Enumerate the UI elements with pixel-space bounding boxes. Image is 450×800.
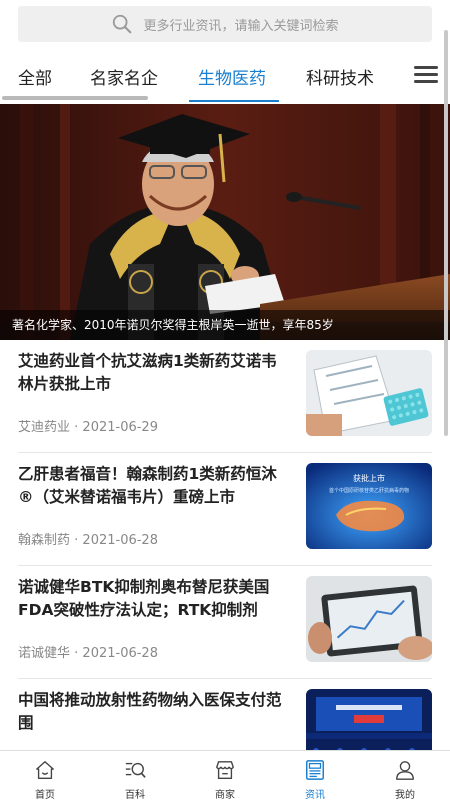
tab-famous-companies[interactable]: 名家名企 bbox=[90, 64, 158, 89]
active-tab-indicator bbox=[189, 100, 279, 102]
nav-store[interactable]: 商家 bbox=[180, 751, 270, 800]
news-date: 2021-06-29 bbox=[82, 420, 158, 435]
news-date: 2021-06-28 bbox=[82, 646, 158, 661]
lab-tablet-image bbox=[306, 350, 432, 436]
nav-news-label: 资讯 bbox=[305, 790, 325, 800]
nav-profile-label: 我的 bbox=[395, 790, 415, 800]
news-title: 艾迪药业首个抗艾滋病1类新药艾诺韦林片获批上市 bbox=[18, 352, 277, 393]
tab-all[interactable]: 全部 bbox=[18, 64, 52, 89]
news-title: 乙肝患者福音！翰森制药1类新药恒沐®（艾米替诺福韦片）重磅上市 bbox=[18, 465, 277, 506]
search-bar-container: 更多行业资讯，请输入关键词检索 bbox=[0, 0, 450, 48]
search-placeholder: 更多行业资讯，请输入关键词检索 bbox=[143, 18, 339, 34]
tab-research-tech[interactable]: 科研技术 bbox=[306, 64, 374, 89]
store-icon bbox=[216, 761, 234, 779]
category-tabs: 全部 名家名企 生物医药 科研技术 bbox=[0, 52, 450, 102]
nav-store-label: 商家 bbox=[215, 790, 235, 800]
page-scrollbar[interactable] bbox=[444, 30, 448, 436]
user-icon bbox=[396, 761, 414, 780]
nav-home[interactable]: 首页 bbox=[0, 751, 90, 800]
news-item[interactable]: 乙肝患者福音！翰森制药1类新药恒沐®（艾米替诺福韦片）重磅上市 翰森制药 · 2… bbox=[0, 453, 450, 566]
news-source: 艾迪药业 bbox=[18, 420, 71, 435]
nav-profile[interactable]: 我的 bbox=[360, 751, 450, 800]
nav-home-label: 首页 bbox=[35, 790, 55, 800]
news-thumbnail bbox=[306, 350, 432, 436]
news-date: 2021-06-28 bbox=[82, 533, 158, 548]
news-source: 翰森制药 bbox=[18, 533, 71, 548]
tab-biomedicine[interactable]: 生物医药 bbox=[198, 64, 266, 89]
hero-caption: 著名化学家、2010年诺贝尔奖得主根岸英一逝世，享年85岁 bbox=[0, 310, 450, 340]
news-item[interactable]: 艾迪药业首个抗艾滋病1类新药艾诺韦林片获批上市 艾迪药业 · 2021-06-2… bbox=[0, 340, 450, 453]
news-source: 诺诚健华 bbox=[18, 646, 71, 661]
news-title: 诺诚健华BTK抑制剂奥布替尼获美国FDA突破性疗法认定；RTK抑制剂IC… bbox=[18, 578, 270, 619]
hero-banner[interactable]: 著名化学家、2010年诺贝尔奖得主根岸英一逝世，享年85岁 bbox=[0, 104, 450, 340]
news-thumbnail bbox=[306, 576, 432, 662]
hero-image bbox=[0, 104, 450, 340]
thumb-subcaption: 首个中国原研核苷类乙肝抗病毒药物 bbox=[329, 487, 409, 494]
news-thumbnail: 获批上市 首个中国原研核苷类乙肝抗病毒药物 bbox=[306, 463, 432, 549]
home-icon bbox=[36, 761, 54, 779]
liver-poster-image: 获批上市 首个中国原研核苷类乙肝抗病毒药物 bbox=[306, 463, 432, 549]
bottom-navigation: 首页 百科 商家 资讯 我的 bbox=[0, 750, 450, 800]
search-icon bbox=[113, 14, 132, 34]
news-meta: 诺诚健华 · 2021-06-28 bbox=[18, 646, 158, 661]
hamburger-icon bbox=[414, 66, 438, 83]
news-icon bbox=[306, 760, 324, 780]
nav-encyclopedia-label: 百科 bbox=[125, 790, 145, 800]
encyclopedia-search-icon bbox=[125, 762, 146, 778]
news-item[interactable]: 诺诚健华BTK抑制剂奥布替尼获美国FDA突破性疗法认定；RTK抑制剂IC… 诺诚… bbox=[0, 566, 450, 679]
thumb-caption: 获批上市 bbox=[353, 473, 385, 483]
search-input[interactable]: 更多行业资讯，请输入关键词检索 bbox=[18, 6, 432, 42]
nav-news[interactable]: 资讯 bbox=[270, 751, 360, 800]
news-meta: 翰森制药 · 2021-06-28 bbox=[18, 533, 158, 548]
tabs-scrollbar[interactable] bbox=[2, 96, 148, 100]
news-title: 中国将推动放射性药物纳入医保支付范围 bbox=[18, 691, 282, 732]
nav-encyclopedia[interactable]: 百科 bbox=[90, 751, 180, 800]
tablet-chart-image bbox=[306, 576, 432, 662]
menu-button[interactable] bbox=[414, 66, 438, 86]
news-meta: 艾迪药业 · 2021-06-29 bbox=[18, 420, 158, 435]
